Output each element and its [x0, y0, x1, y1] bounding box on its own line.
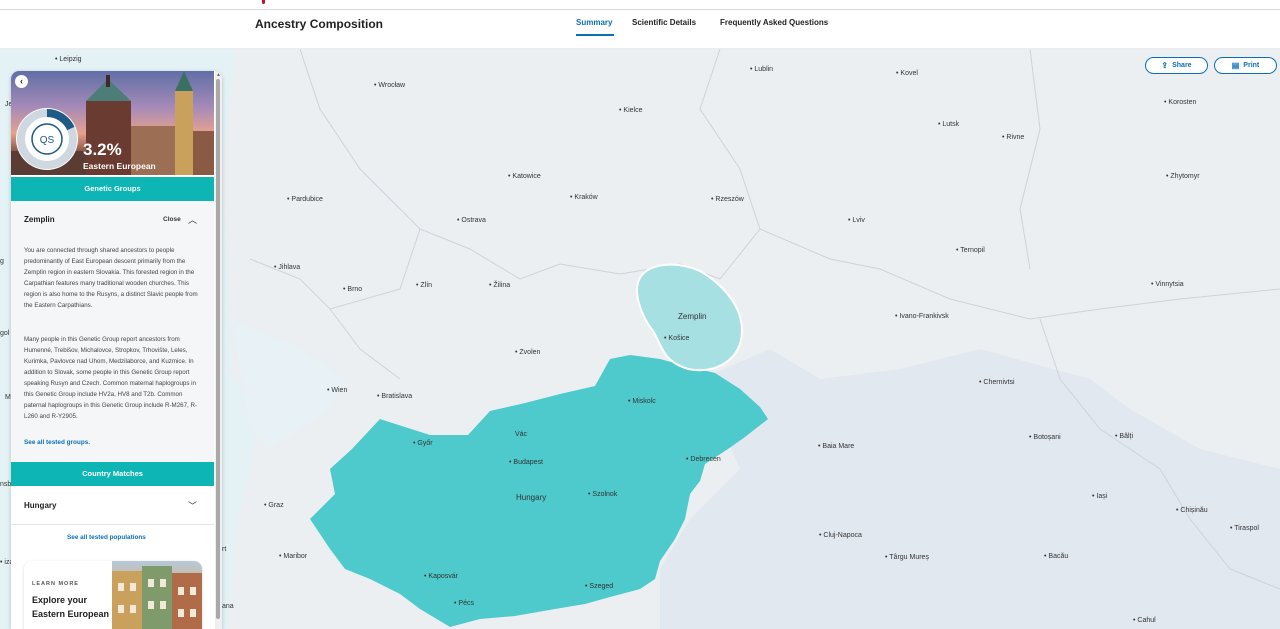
map-city-label: • Graz: [264, 502, 284, 509]
back-button[interactable]: ‹: [15, 75, 28, 88]
top-brand-strip: [0, 0, 1280, 10]
map-city-label: • Kaposvár: [424, 573, 458, 580]
map-city-label: • Iași: [1092, 493, 1108, 500]
map-city-label: • Ivano-Frankivsk: [895, 313, 949, 320]
map-city-label: • Bălți: [1115, 433, 1134, 440]
country-row[interactable]: Hungary ﹀: [11, 487, 214, 525]
map-city-label: • Baia Mare: [818, 443, 855, 450]
map-city-label: • Pécs: [454, 600, 474, 607]
tab-summary[interactable]: Summary: [576, 18, 612, 27]
active-tab-underline: [576, 34, 614, 36]
top-header: Ancestry Composition Summary Scientific …: [0, 0, 1280, 50]
see-all-populations-link[interactable]: See all tested populations: [67, 534, 146, 541]
tab-scientific-details[interactable]: Scientific Details: [632, 18, 696, 27]
map-city-label: • Botoșani: [1029, 434, 1061, 441]
printer-icon: ▤: [1231, 61, 1240, 70]
genetic-groups-heading: Genetic Groups: [11, 177, 214, 201]
map-city-label: g: [0, 258, 4, 265]
map-region-label: Zemplin: [678, 312, 707, 321]
share-icon: ⇪: [1161, 61, 1169, 70]
map-city-label: • Lutsk: [938, 121, 960, 128]
map-city-label: • Leipzig: [55, 56, 82, 63]
map-city-label: • Kielce: [619, 107, 643, 114]
chevron-up-icon[interactable]: ︿: [188, 213, 197, 226]
learn-more-buildings: [112, 566, 202, 629]
map-city-label: • Ternopil: [956, 247, 985, 254]
country-matches-heading: Country Matches: [11, 462, 214, 486]
map-city-label: • Vinnytsia: [1151, 281, 1184, 288]
map-city-label: • Jihlava: [274, 264, 301, 271]
map-city-label: • Cluj-Napoca: [819, 532, 862, 539]
map-city-label: • Rzeszów: [711, 196, 744, 203]
map-city-label: • Bratislava: [377, 393, 413, 400]
share-label: Share: [1172, 62, 1192, 69]
map-country-label: Hungary: [516, 493, 547, 502]
learn-more-eyebrow: LEARN MORE: [32, 581, 79, 587]
group-description-2: Many people in this Genetic Group report…: [24, 336, 197, 420]
scroll-up-arrow-icon[interactable]: ▲: [216, 72, 221, 78]
group-description-1: You are connected through shared ancesto…: [24, 247, 198, 309]
map-city-label: • Kovel: [896, 70, 918, 77]
map-city-label: • Chernivtsi: [979, 379, 1015, 386]
map-city-label: • Târgu Mureș: [885, 554, 929, 561]
learn-more-card[interactable]: LEARN MORE Explore your Eastern European: [24, 561, 202, 629]
group-name: Zemplin: [24, 215, 55, 224]
map-city-label: • Szeged: [585, 583, 614, 590]
learn-more-image: [112, 561, 202, 629]
country-name: Hungary: [24, 501, 57, 510]
map-city-label: • Lviv: [848, 217, 865, 224]
map-city-label: • Cahul: [1133, 617, 1156, 624]
map-city-label: • Lublin: [750, 66, 774, 73]
map-city-label: • Wrocław: [374, 82, 406, 89]
map-city-label: • Bacău: [1044, 553, 1069, 560]
map-city-label: • Győr: [413, 440, 433, 447]
ancestry-detail-panel: ‹ QS 3.2% Eastern European Genetic Group…: [11, 71, 222, 629]
panel-scrollbar-thumb[interactable]: [216, 79, 220, 619]
map-city-label: • Brno: [343, 286, 363, 293]
map-city-label: • Budapest: [509, 459, 543, 466]
map-city-label: • Debrecen: [686, 456, 721, 463]
ancestry-badge: QS: [16, 108, 78, 170]
map-city-label: nsb: [0, 481, 12, 488]
tab-faq[interactable]: Frequently Asked Questions: [720, 18, 828, 27]
map-city-label: Vác: [515, 431, 528, 438]
badge-text: QS: [40, 135, 55, 146]
map-city-label: • Košice: [664, 335, 690, 342]
map-city-label: ana: [222, 603, 234, 610]
map-city-label: • Chișinău: [1176, 507, 1208, 514]
page-title: Ancestry Composition: [255, 17, 384, 31]
close-toggle[interactable]: Close: [163, 216, 181, 223]
map-city-label: • Tiraspol: [1230, 525, 1259, 532]
map-city-label: • Zhytomyr: [1166, 173, 1200, 180]
map-city-label: • Korosten: [1164, 99, 1197, 106]
map-city-label: • Zvolen: [515, 349, 541, 356]
brand-mark: [262, 0, 265, 4]
map-city-label: • Žilina: [489, 282, 511, 289]
map-city-label: • Zlín: [416, 282, 433, 289]
see-all-groups-link[interactable]: See all tested groups.: [24, 439, 90, 446]
learn-more-title: Explore your Eastern European: [32, 595, 110, 619]
print-label: Print: [1243, 62, 1260, 69]
map-city-label: • Wien: [327, 387, 348, 394]
map-city-label: • Ostrava: [457, 217, 486, 224]
map-city-label: • Kraków: [570, 194, 598, 201]
map-city-label: gol: [0, 330, 10, 337]
map-city-label: • Maribor: [279, 553, 308, 560]
map-city-label: • Pardubice: [287, 196, 323, 203]
map-city-label: M: [5, 394, 11, 401]
map-city-label: • Katowice: [508, 173, 541, 180]
ancestry-donut-icon: QS: [17, 109, 77, 169]
chevron-down-icon[interactable]: ﹀: [188, 499, 197, 512]
ancestry-percentage: 3.2%: [83, 140, 122, 159]
share-button[interactable]: ⇪ Share: [1145, 57, 1208, 74]
map-city-label: rt: [222, 546, 227, 553]
map-city-label: • Miskolc: [628, 398, 656, 405]
map-city-label: • Rivne: [1002, 134, 1025, 141]
print-button[interactable]: ▤ Print: [1214, 57, 1277, 74]
map-city-label: • Szolnok: [588, 491, 618, 498]
genetic-group-section: Zemplin Close ︿ You are connected throug…: [11, 201, 214, 461]
ancestry-population: Eastern European: [83, 161, 156, 171]
